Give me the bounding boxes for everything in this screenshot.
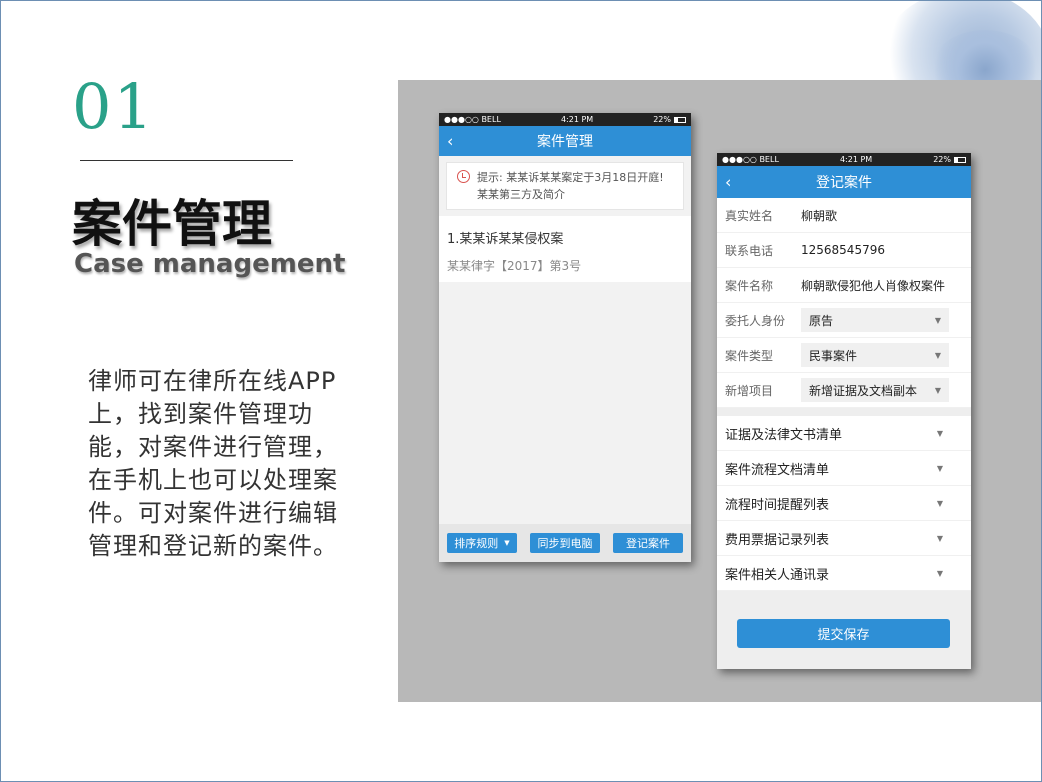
case-type-select[interactable]: 民事案件 ▼ [801, 343, 949, 367]
field-phone[interactable]: 联系电话 12568545796 [717, 233, 971, 268]
field-value: 12568545796 [801, 243, 885, 257]
bottom-toolbar: 排序规则 ▼ 同步到电脑 登记案件 [439, 524, 691, 562]
client-identity-select[interactable]: 原告 ▼ [801, 308, 949, 332]
section-number: 01 [72, 70, 155, 143]
phone-case-management: ●●●○○ BELL 4:21 PM 22% ‹ 案件管理 提示: 某某诉某某案… [439, 113, 691, 562]
sort-rule-button[interactable]: 排序规则 ▼ [447, 533, 517, 553]
description-text: 律师可在律所在线APP上，找到案件管理功能，对案件进行管理，在手机上也可以处理案… [88, 367, 338, 560]
nav-title: 案件管理 [537, 134, 593, 150]
field-label: 联系电话 [725, 243, 774, 258]
phone-register-case: ●●●○○ BELL 4:21 PM 22% ‹ 登记案件 真实姓名 柳朝歌 联… [717, 153, 971, 669]
alert-line-2: 某某第三方及简介 [477, 188, 565, 201]
chevron-down-icon: ▼ [504, 539, 510, 547]
field-real-name[interactable]: 真实姓名 柳朝歌 [717, 198, 971, 233]
list-contacts[interactable]: 案件相关人通讯录 ▼ [717, 556, 971, 591]
back-icon[interactable]: ‹ [725, 173, 731, 192]
chevron-down-icon: ▼ [936, 463, 943, 473]
time-label: 4:21 PM [839, 155, 873, 164]
title-divider [80, 160, 293, 161]
case-number: 某某律字【2017】第3号 [447, 259, 582, 273]
list-evidence-documents[interactable]: 证据及法律文书清单 ▼ [717, 416, 971, 451]
chevron-down-icon: ▼ [934, 350, 941, 360]
field-label: 委托人身份 [725, 313, 786, 328]
chevron-down-icon: ▼ [936, 428, 943, 438]
time-label: 4:21 PM [560, 115, 594, 124]
section-divider [717, 408, 971, 416]
battery-indicator: 22% [933, 155, 966, 164]
hearing-alert[interactable]: 提示: 某某诉某某案定于3月18日开庭! 某某第三方及简介 [446, 162, 684, 210]
alert-line-1: 提示: 某某诉某某案定于3月18日开庭! [477, 171, 664, 184]
field-case-name[interactable]: 案件名称 柳朝歌侵犯他人肖像权案件 [717, 268, 971, 303]
battery-indicator: 22% [653, 115, 686, 124]
page-title: 案件管理 [72, 195, 272, 253]
case-title: 1.某某诉某某侵权案 [447, 232, 564, 247]
submit-save-button[interactable]: 提交保存 [737, 619, 950, 648]
battery-icon [673, 116, 686, 123]
chevron-down-icon: ▼ [936, 533, 943, 543]
field-value: 柳朝歌 [801, 208, 838, 223]
chevron-down-icon: ▼ [936, 568, 943, 578]
list-process-documents[interactable]: 案件流程文档清单 ▼ [717, 451, 971, 486]
field-value: 柳朝歌侵犯他人肖像权案件 [801, 278, 946, 293]
nav-title: 登记案件 [816, 175, 872, 191]
field-new-item: 新增项目 新增证据及文档副本 ▼ [717, 373, 971, 408]
field-label: 案件类型 [725, 348, 774, 363]
back-icon[interactable]: ‹ [447, 132, 453, 151]
sync-to-computer-button[interactable]: 同步到电脑 [530, 533, 600, 553]
new-item-select[interactable]: 新增证据及文档副本 ▼ [801, 378, 949, 402]
list-time-reminders[interactable]: 流程时间提醒列表 ▼ [717, 486, 971, 521]
status-bar: ●●●○○ BELL 4:21 PM 22% [717, 153, 971, 166]
field-client-identity: 委托人身份 原告 ▼ [717, 303, 971, 338]
register-case-button[interactable]: 登记案件 [613, 533, 683, 553]
battery-icon [953, 156, 966, 163]
list-expense-receipts[interactable]: 费用票据记录列表 ▼ [717, 521, 971, 556]
case-list-item[interactable]: 1.某某诉某某侵权案 某某律字【2017】第3号 [439, 216, 691, 282]
nav-bar: ‹ 登记案件 [717, 166, 971, 198]
field-label: 新增项目 [725, 383, 774, 398]
chevron-down-icon: ▼ [934, 385, 941, 395]
field-label: 真实姓名 [725, 208, 774, 223]
nav-bar: ‹ 案件管理 [439, 126, 691, 156]
status-bar: ●●●○○ BELL 4:21 PM 22% [439, 113, 691, 126]
carrier-label: ●●●○○ BELL [722, 155, 779, 164]
chevron-down-icon: ▼ [934, 315, 941, 325]
chevron-down-icon: ▼ [936, 498, 943, 508]
clock-icon [457, 170, 470, 183]
page-subtitle: Case management [74, 249, 346, 279]
field-case-type: 案件类型 民事案件 ▼ [717, 338, 971, 373]
carrier-label: ●●●○○ BELL [444, 115, 501, 124]
field-label: 案件名称 [725, 278, 774, 293]
